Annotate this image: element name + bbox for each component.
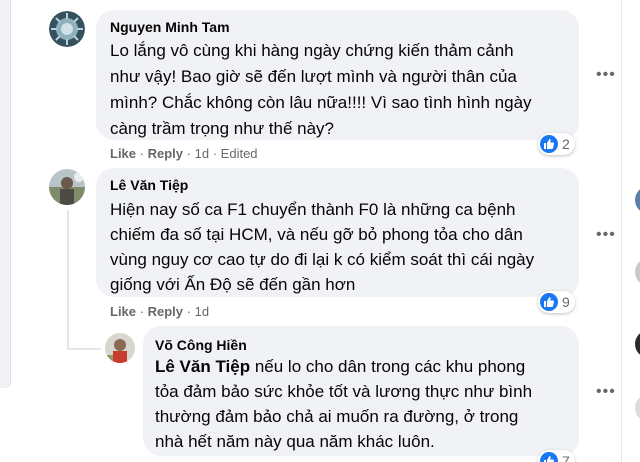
separator: ·: [186, 146, 191, 161]
timestamp[interactable]: 1d: [195, 304, 209, 319]
comment-author[interactable]: Nguyen Minh Tam: [110, 19, 230, 35]
comment-actions: Like · Reply · 1d: [110, 304, 209, 319]
sidebar-avatar-1[interactable]: [635, 186, 640, 214]
comment-text-line: Lo lắng vô cùng khi hàng ngày chứng kiến…: [110, 41, 514, 60]
comment-text-line: Hiện nay số ca F1 chuyển thành F0 là nhữ…: [110, 200, 516, 219]
comment-text-line: giống với Ấn Độ sẽ đến gần hơn: [110, 275, 356, 294]
reply-thread-line: [67, 210, 69, 350]
comment-text-line: càng trầm trọng như thế này?: [110, 119, 335, 138]
reaction-summary[interactable]: 7: [538, 450, 575, 462]
sidebar-avatar-2[interactable]: [635, 258, 640, 286]
reply-button[interactable]: Reply: [148, 146, 183, 161]
sidebar-avatar-3[interactable]: [635, 330, 640, 358]
reply-button[interactable]: Reply: [148, 304, 183, 319]
comment-text-line: nhà hết năm này qua năm khác luôn.: [155, 432, 435, 451]
reaction-summary[interactable]: 9: [538, 291, 575, 313]
like-icon: [540, 452, 558, 462]
comment-text-line: mình? Chắc không còn lâu nữa!!!! Vì sao …: [110, 93, 532, 112]
reaction-count: 9: [562, 294, 570, 310]
comment-author[interactable]: Lê Văn Tiệp: [110, 177, 188, 193]
mention-link[interactable]: Lê Văn Tiệp: [155, 357, 250, 376]
separator: ·: [139, 304, 144, 319]
avatar[interactable]: [105, 333, 135, 363]
left-column-edge: [0, 0, 11, 388]
comment-text-line: tỏa đảm bảo sức khỏe tốt và lương thực n…: [155, 382, 533, 401]
comment-text-line: vùng nguy cơ cao tự do đi lại k có kiểm …: [110, 250, 535, 269]
edited-label: Edited: [220, 146, 258, 161]
sidebar-avatar-4[interactable]: [635, 394, 640, 422]
separator: ·: [139, 146, 144, 161]
like-icon: [540, 293, 558, 311]
comment-text-line: Lê Văn Tiệp nếu lo cho dân trong các khu…: [155, 354, 525, 380]
more-options-icon[interactable]: •••: [596, 226, 616, 244]
right-sidebar-edge: [621, 0, 640, 462]
separator: ·: [212, 146, 218, 161]
comment-text-segment: nếu lo cho dân trong các khu phong: [250, 357, 526, 376]
avatar[interactable]: [49, 11, 85, 47]
comment-text-line: chiếm đa số tại HCM, và nếu gỡ bỏ phong …: [110, 225, 523, 244]
like-button[interactable]: Like: [110, 146, 136, 161]
more-options-icon[interactable]: •••: [596, 66, 616, 84]
avatar[interactable]: [49, 169, 85, 205]
separator: ·: [186, 304, 191, 319]
reaction-count: 7: [562, 453, 570, 462]
reaction-summary[interactable]: 2: [538, 133, 575, 155]
like-icon: [540, 135, 558, 153]
reply-thread-connector: [67, 348, 101, 350]
comment-text-line: như vậy! Bao giờ sẽ đến lượt mình và ngư…: [110, 67, 517, 86]
like-button[interactable]: Like: [110, 304, 136, 319]
comment-actions: Like · Reply · 1d · Edited: [110, 146, 258, 161]
more-options-icon[interactable]: •••: [596, 383, 616, 401]
reaction-count: 2: [562, 136, 570, 152]
comment-author[interactable]: Võ Công Hiền: [155, 337, 247, 353]
comment-text-line: thường đảm bảo chả ai muốn ra đường, ở t…: [155, 407, 519, 426]
timestamp[interactable]: 1d: [195, 146, 209, 161]
